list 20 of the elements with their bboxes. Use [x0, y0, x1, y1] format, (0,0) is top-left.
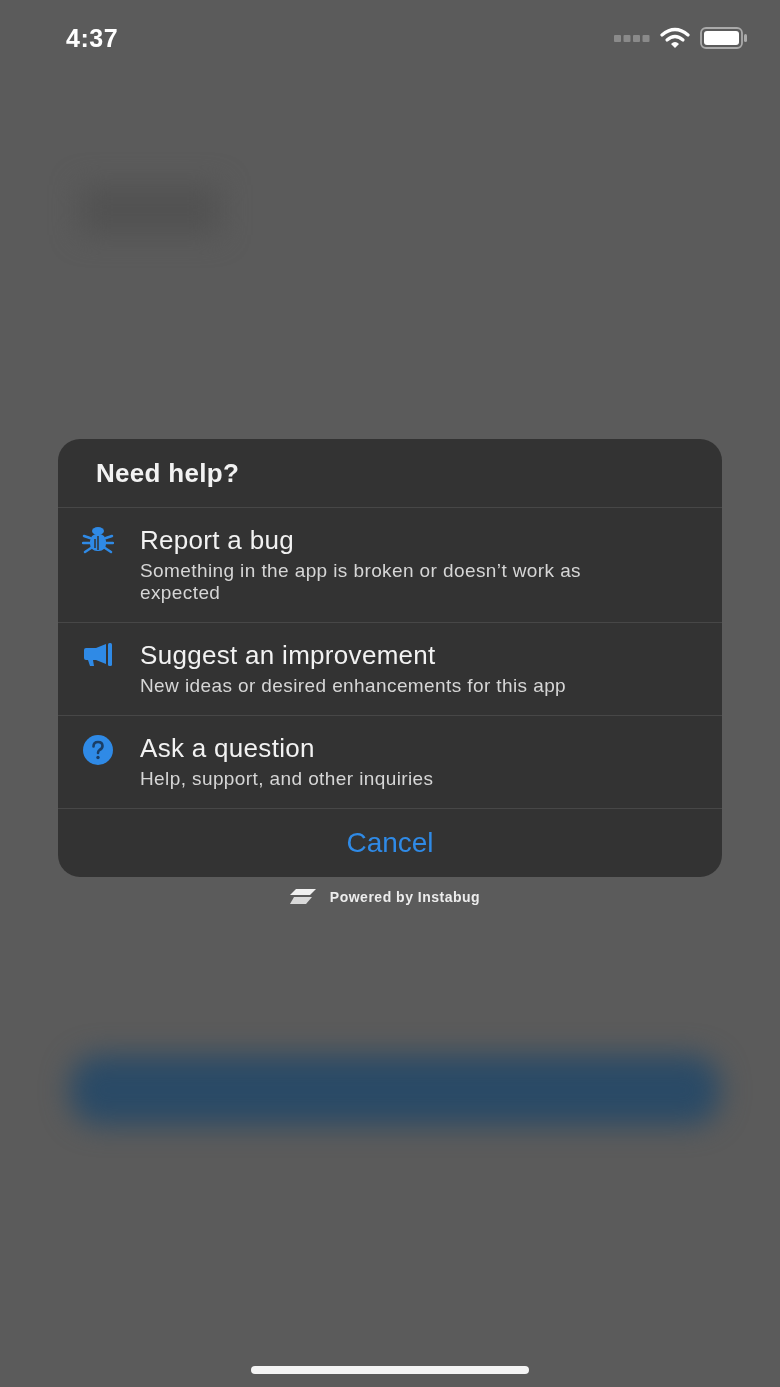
option-description: Something in the app is broken or doesn’t work as expected: [140, 560, 582, 604]
help-option[interactable]: Ask a question Help, support, and other inquiries: [58, 716, 722, 808]
instabug-logo-icon: [289, 889, 316, 905]
status-time: 4:37: [66, 23, 119, 53]
cancel-button[interactable]: Cancel: [58, 808, 722, 877]
megaphone-icon: [82, 641, 114, 669]
question-mark-icon: [82, 734, 114, 766]
help-option[interactable]: Report a bug Something in the app is broken or doesn’t work as expected: [58, 508, 722, 622]
wifi-icon: [660, 27, 690, 49]
powered-by-text: Powered by Instabug: [329, 889, 481, 905]
option-title: Ask a question: [140, 732, 316, 764]
option-description: New ideas or desired enhancements for this app: [140, 675, 567, 697]
bug-icon: [82, 526, 114, 554]
battery-icon: [700, 27, 748, 49]
help-option[interactable]: Suggest an improvement New ideas or desired enhancements for this app: [58, 623, 722, 715]
dialog-title: Need help?: [95, 457, 241, 490]
option-description: Help, support, and other inquiries: [140, 768, 434, 790]
option-title: Report a bug: [140, 524, 295, 556]
cellular-signal-icon: [614, 34, 650, 42]
option-title: Suggest an improvement: [140, 639, 437, 671]
